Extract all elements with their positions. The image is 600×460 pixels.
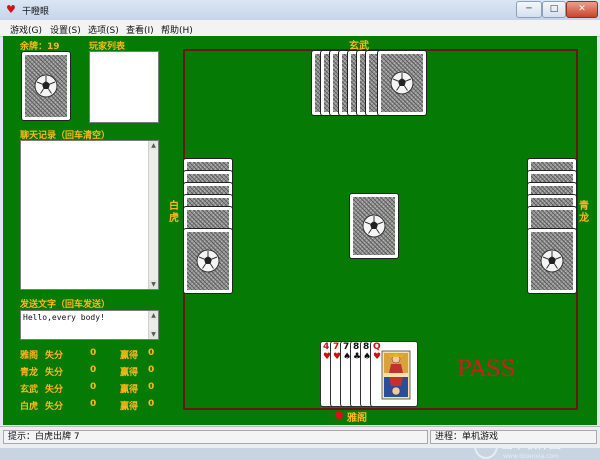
bottom-player-name: 雅阁 bbox=[347, 413, 367, 424]
heart-icon: ♥ bbox=[6, 3, 16, 16]
score-win-value: 0 bbox=[148, 348, 155, 358]
send-text-label: 发送文字（回车发送） bbox=[20, 300, 111, 310]
card-back bbox=[527, 228, 577, 294]
close-button[interactable]: ✕ bbox=[566, 1, 598, 18]
turn-indicator-icon bbox=[335, 411, 343, 419]
center-pile-card bbox=[349, 193, 399, 259]
title-bar: ♥ 干瞪眼 ─ □ ✕ bbox=[0, 0, 600, 21]
pass-indicator: PASS bbox=[457, 357, 516, 382]
menu-help[interactable]: 帮助(H) bbox=[161, 23, 193, 36]
score-player-name: 白虎 bbox=[20, 402, 39, 412]
scroll-up-icon[interactable]: ▲ bbox=[149, 311, 158, 320]
score-lose-value: 0 bbox=[90, 365, 97, 375]
menu-game[interactable]: 游戏(G) bbox=[10, 23, 42, 36]
deck-card bbox=[21, 51, 71, 121]
status-bar: 提示：白虎出牌 7 进程：单机游戏 bbox=[0, 426, 600, 448]
app-window: ♥ 干瞪眼 ─ □ ✕ 游戏(G) 设置(S) 选项(S) 查看(I) 帮助(H… bbox=[0, 0, 600, 460]
card-rank: 8 bbox=[363, 342, 370, 352]
hand-card[interactable]: Q ♥ bbox=[370, 341, 418, 407]
score-win-value: 0 bbox=[148, 365, 155, 375]
chat-log-box[interactable]: ▲ ▼ bbox=[20, 140, 159, 290]
score-lose-label: 失分 bbox=[45, 351, 64, 361]
soccer-ball-icon bbox=[196, 249, 220, 273]
score-win-value: 0 bbox=[148, 382, 155, 392]
send-text-input[interactable]: Hello,every body! ▲ ▼ bbox=[20, 310, 159, 340]
menu-settings[interactable]: 设置(S) bbox=[50, 23, 81, 36]
maximize-button[interactable]: □ bbox=[542, 1, 566, 18]
score-win-label: 赢得 bbox=[120, 351, 139, 361]
scroll-down-icon[interactable]: ▼ bbox=[149, 330, 158, 339]
card-rank: 7 bbox=[333, 342, 340, 352]
card-rank: 7 bbox=[343, 342, 350, 352]
card-rank: Q bbox=[373, 342, 381, 352]
score-player-name: 玄武 bbox=[20, 385, 39, 395]
score-lose-value: 0 bbox=[90, 399, 97, 409]
minimize-button[interactable]: ─ bbox=[516, 1, 542, 18]
menu-bar: 游戏(G) 设置(S) 选项(S) 查看(I) 帮助(H) bbox=[0, 20, 600, 37]
player-list-box[interactable] bbox=[89, 51, 159, 123]
score-player-name: 青龙 bbox=[20, 368, 39, 378]
window-title: 干瞪眼 bbox=[22, 7, 50, 17]
score-lose-value: 0 bbox=[90, 348, 97, 358]
card-back bbox=[377, 50, 427, 116]
soccer-ball-icon bbox=[362, 214, 386, 238]
menu-options[interactable]: 选项(S) bbox=[88, 23, 119, 36]
scroll-down-icon[interactable]: ▼ bbox=[149, 280, 158, 289]
status-mode: 进程：单机游戏 bbox=[430, 430, 597, 444]
watermark-url: www.downxia.com bbox=[503, 453, 559, 460]
scroll-up-icon[interactable]: ▲ bbox=[149, 141, 158, 150]
score-lose-label: 失分 bbox=[45, 368, 64, 378]
send-scrollbar[interactable]: ▲ ▼ bbox=[148, 311, 158, 339]
score-lose-label: 失分 bbox=[45, 385, 64, 395]
card-suit: ♥ bbox=[373, 352, 382, 362]
right-player-name: 青龙 bbox=[579, 201, 589, 224]
status-hint: 提示：白虎出牌 7 bbox=[3, 430, 428, 444]
score-win-label: 赢得 bbox=[120, 402, 139, 412]
menu-view[interactable]: 查看(I) bbox=[126, 23, 154, 36]
score-lose-label: 失分 bbox=[45, 402, 64, 412]
chat-scrollbar[interactable]: ▲ ▼ bbox=[148, 141, 158, 289]
card-back bbox=[183, 228, 233, 294]
soccer-ball-icon bbox=[34, 74, 58, 98]
queen-portrait-icon bbox=[381, 350, 411, 400]
soccer-ball-icon bbox=[390, 71, 414, 95]
game-area: 余牌：19 玩家列表 聊天记录（回车清空） ▲ ▼ 发送文字（回车发送） Hel… bbox=[3, 36, 597, 460]
send-text-value: Hello,every body! bbox=[23, 313, 105, 322]
score-lose-value: 0 bbox=[90, 382, 97, 392]
soccer-ball-icon bbox=[540, 249, 564, 273]
card-rank: 8 bbox=[353, 342, 360, 352]
score-win-value: 0 bbox=[148, 399, 155, 409]
score-win-label: 赢得 bbox=[120, 368, 139, 378]
score-win-label: 赢得 bbox=[120, 385, 139, 395]
left-player-name: 白虎 bbox=[169, 201, 179, 224]
score-player-name: 雅阁 bbox=[20, 351, 39, 361]
card-rank: 4 bbox=[323, 342, 330, 352]
